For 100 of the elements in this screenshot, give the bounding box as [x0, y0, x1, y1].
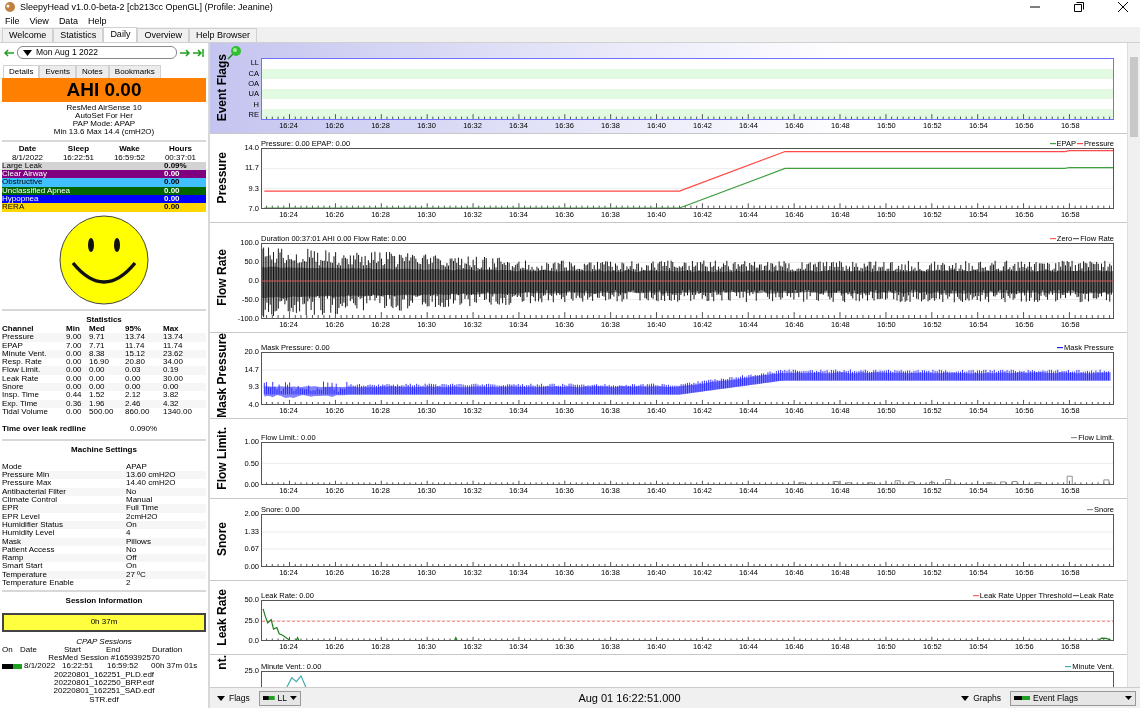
table-cell-text: 1.52	[89, 391, 106, 400]
setting-name: Smart Start	[2, 562, 44, 571]
column-header: Min	[66, 324, 81, 334]
graph-title: Flow Limit.	[215, 427, 229, 490]
plot-area[interactable]	[261, 600, 1114, 641]
device-info: AutoSet For Her	[74, 112, 134, 121]
setting-name: Mask	[2, 537, 22, 546]
table-cell-text: 860.00	[125, 407, 151, 417]
menu-item[interactable]: File	[5, 15, 20, 26]
sessions-title: CPAP Sessions	[75, 637, 133, 646]
plot-area[interactable]	[261, 148, 1114, 209]
stat-value: 0.090%	[130, 425, 159, 434]
setting-name: Antibacterial Filter	[2, 487, 68, 496]
table-cell-text: 1340.00	[163, 407, 193, 417]
setting-value: 27 ºC	[126, 570, 147, 579]
menu-item[interactable]: Data	[58, 15, 78, 26]
table-cell-text: 1.96	[89, 399, 106, 408]
table-cell-text: 0.00	[66, 407, 83, 417]
setting-value: Manual	[126, 496, 154, 505]
table-cell-text: 0.00	[89, 374, 106, 384]
table-cell-text: 11.74	[163, 341, 184, 350]
date-picker[interactable]: Mon Aug 1 2022	[17, 46, 177, 59]
maximize-icon[interactable]	[1074, 2, 1084, 12]
table-cell-text: 16.90	[89, 358, 111, 367]
setting-name: Pressure Min	[2, 471, 51, 480]
graphs-button[interactable]: Graphs	[958, 691, 1004, 705]
section-title: Statistics	[85, 313, 123, 325]
event-name: Obstructive	[2, 178, 43, 187]
table-cell-text: 13.74	[125, 333, 147, 342]
table-cell-text: 0.00	[125, 374, 142, 384]
plot-area[interactable]	[261, 514, 1114, 567]
flags-dropdown[interactable]: LL	[258, 690, 301, 706]
setting-name: Temperature	[2, 570, 48, 579]
tab[interactable]: Details	[3, 65, 40, 79]
tab[interactable]: Notes	[75, 65, 109, 79]
swatch-icon	[1014, 696, 1030, 700]
setting-value: 4	[126, 529, 132, 538]
session-toggle-icon[interactable]	[2, 664, 22, 670]
graphs-dropdown[interactable]: Event Flags	[1010, 690, 1136, 706]
menu-item[interactable]: View	[29, 15, 49, 26]
column-header: End	[106, 645, 122, 655]
table-cell-text: 20.80	[125, 358, 147, 367]
column-header: On	[2, 645, 14, 655]
column-header: Start	[64, 645, 82, 655]
event-name: Large Leak	[2, 161, 44, 170]
setting-name: EPR Level	[2, 512, 41, 521]
table-cell-text: 0.00	[125, 383, 142, 392]
table-cell-text: 0.00	[66, 349, 83, 359]
table-cell-text: 0.00	[66, 383, 83, 392]
setting-name: Temperature Enable	[2, 579, 76, 588]
setting-name: Mode	[2, 462, 23, 472]
tab[interactable]: Help Browser	[188, 28, 257, 42]
flags-button[interactable]: Flags	[214, 691, 253, 705]
table-cell-text: 9.00	[66, 333, 83, 342]
tab[interactable]: Overview	[137, 28, 189, 42]
table-cell-text: 0.00	[89, 383, 106, 392]
forward-arrow-icon[interactable]	[180, 48, 190, 57]
table-cell-text: 00:37:01	[163, 153, 198, 162]
tab[interactable]: Statistics	[53, 28, 104, 42]
graph-title: Snore	[215, 522, 229, 557]
last-day-icon[interactable]	[193, 48, 204, 57]
file-name: 20220801_162251_SAD.edf	[52, 687, 156, 696]
table-cell-text: 23.62	[163, 349, 185, 359]
table-cell-text: Leak Rate	[2, 374, 40, 384]
table-cell-text: 16:59:52	[107, 662, 140, 671]
graph-title: Flow Rate	[215, 249, 229, 306]
file-name: STR.edf	[89, 695, 119, 704]
plot-area[interactable]	[261, 442, 1114, 485]
table-cell-text: 7.71	[89, 341, 106, 350]
table-cell-text: 8/1/2022	[10, 153, 45, 162]
table-cell-text: 8.38	[89, 349, 106, 359]
tab[interactable]: Welcome	[2, 28, 54, 42]
tab[interactable]: Events	[39, 65, 76, 79]
table-cell-text: EPAP	[2, 341, 24, 350]
scrollbar[interactable]	[1127, 43, 1140, 687]
file-name: 20220801_162250_BRP.edf	[53, 679, 154, 688]
graph-title: nt.	[215, 655, 229, 670]
column-header: Date	[20, 645, 38, 655]
column-header: Med	[89, 324, 106, 334]
table-cell-text: Snore	[2, 383, 25, 392]
event-name: Unclassified Apnea	[2, 186, 72, 196]
stat-label: Time over leak redline	[2, 425, 87, 434]
table-cell-text: 34.00	[163, 358, 185, 367]
setting-name: Pressure Max	[2, 479, 53, 488]
caret-icon	[961, 695, 970, 701]
caret-icon	[23, 49, 32, 56]
swatch-icon	[262, 696, 275, 700]
table-cell-text: Flow Limit.	[2, 366, 42, 375]
menu-item[interactable]: Help	[87, 15, 107, 26]
setting-value: 2cmH2O	[126, 512, 159, 521]
setting-value: 14.40 cmH2O	[126, 479, 177, 488]
table-cell-text: 16:22:51	[62, 662, 95, 671]
close-icon[interactable]	[1118, 2, 1128, 12]
column-header: 95%	[125, 324, 142, 334]
tab[interactable]: Bookmarks	[108, 65, 161, 79]
tab[interactable]: Daily	[103, 27, 138, 42]
table-cell-text: Insp. Time	[2, 391, 40, 400]
table-cell-text: 3.82	[163, 391, 180, 400]
back-arrow-icon[interactable]	[4, 48, 14, 57]
plot-area[interactable]	[261, 352, 1114, 405]
